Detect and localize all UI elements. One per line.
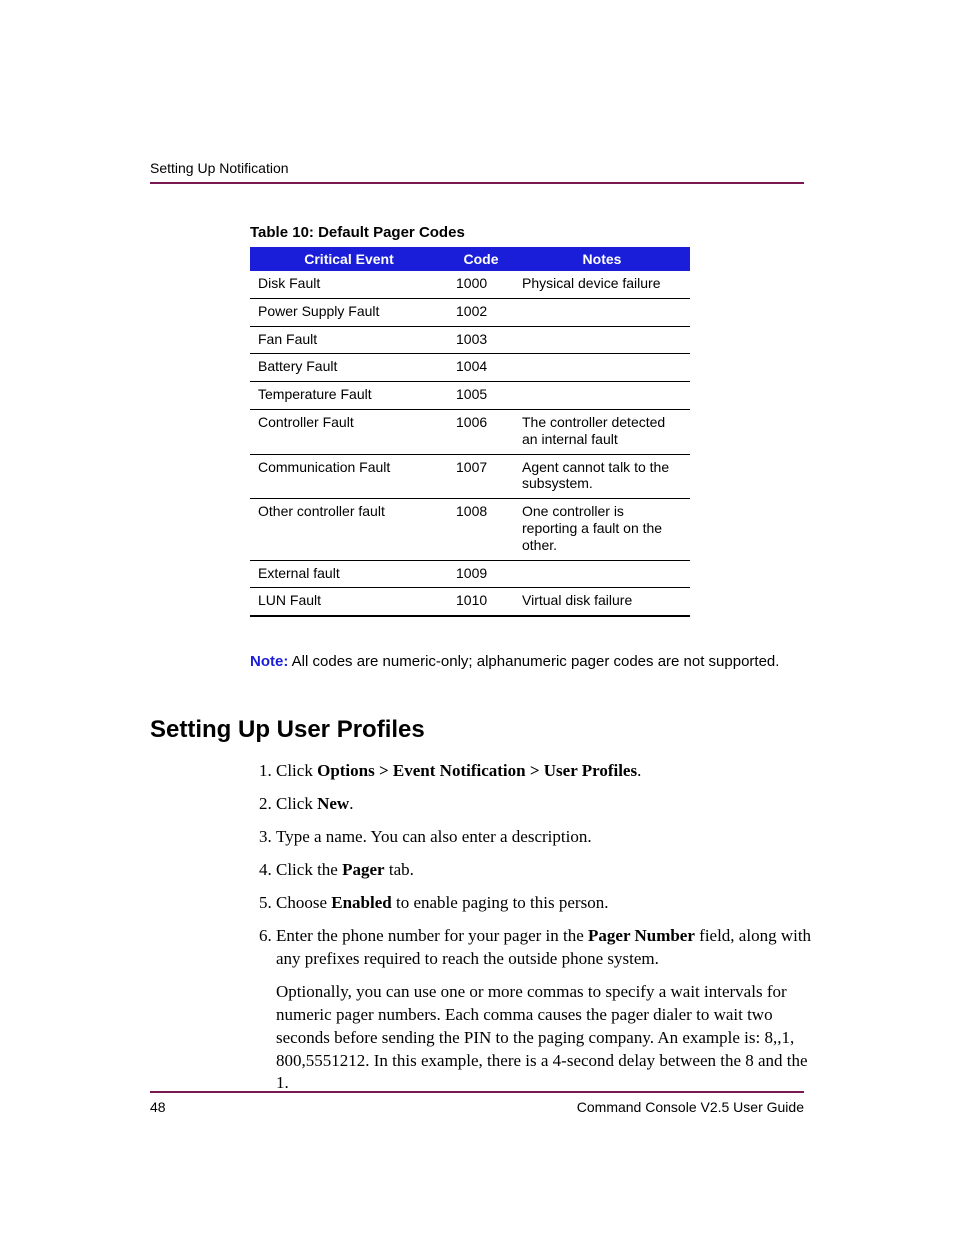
step-item: Type a name. You can also enter a descri… <box>276 826 816 849</box>
table-row: External fault 1009 <box>250 560 690 588</box>
cell-code: 1005 <box>448 382 514 410</box>
col-header-code: Code <box>448 247 514 271</box>
cell-event: Temperature Fault <box>250 382 448 410</box>
cell-code: 1008 <box>448 499 514 560</box>
col-header-notes: Notes <box>514 247 690 271</box>
cell-notes <box>514 560 690 588</box>
step-text: Type a name. You can also enter a descri… <box>276 827 592 846</box>
step-bold: Pager <box>342 860 384 879</box>
cell-event: Other controller fault <box>250 499 448 560</box>
footer-rule <box>150 1091 804 1093</box>
table-row: Temperature Fault 1005 <box>250 382 690 410</box>
steps-list: Click Options > Event Notification > Use… <box>250 760 816 1095</box>
cell-event: Power Supply Fault <box>250 298 448 326</box>
table-row: Fan Fault 1003 <box>250 326 690 354</box>
step-bold: New <box>317 794 349 813</box>
cell-notes <box>514 298 690 326</box>
table-row: Battery Fault 1004 <box>250 354 690 382</box>
cell-event: LUN Fault <box>250 588 448 616</box>
pager-codes-table: Critical Event Code Notes Disk Fault 100… <box>250 247 690 617</box>
table-row: Other controller fault 1008 One controll… <box>250 499 690 560</box>
table-row: Controller Fault 1006 The controller det… <box>250 409 690 454</box>
col-header-event: Critical Event <box>250 247 448 271</box>
step-text: Enter the phone number for your pager in… <box>276 926 588 945</box>
step-bold: Options > Event Notification > User Prof… <box>317 761 637 780</box>
page: Setting Up Notification Table 10: Defaul… <box>0 0 954 1235</box>
step-text: Choose <box>276 893 331 912</box>
cell-event: Disk Fault <box>250 271 448 298</box>
cell-event: Communication Fault <box>250 454 448 499</box>
footer-title: Command Console V2.5 User Guide <box>577 1099 804 1115</box>
cell-code: 1000 <box>448 271 514 298</box>
cell-code: 1007 <box>448 454 514 499</box>
note-label: Note: <box>250 653 288 670</box>
cell-notes: Physical device failure <box>514 271 690 298</box>
cell-notes: The controller detected an internal faul… <box>514 409 690 454</box>
step-item: Choose Enabled to enable paging to this … <box>276 892 816 915</box>
step-text: Click <box>276 794 317 813</box>
table-caption: Table 10: Default Pager Codes <box>250 224 804 241</box>
table-row: LUN Fault 1010 Virtual disk failure <box>250 588 690 616</box>
cell-notes: Virtual disk failure <box>514 588 690 616</box>
step-text: Click <box>276 761 317 780</box>
cell-notes: Agent cannot talk to the subsystem. <box>514 454 690 499</box>
step-item: Enter the phone number for your pager in… <box>276 925 816 1096</box>
table-row: Disk Fault 1000 Physical device failure <box>250 271 690 298</box>
page-number: 48 <box>150 1099 166 1115</box>
cell-event: Fan Fault <box>250 326 448 354</box>
cell-code: 1010 <box>448 588 514 616</box>
cell-event: External fault <box>250 560 448 588</box>
cell-code: 1009 <box>448 560 514 588</box>
cell-event: Battery Fault <box>250 354 448 382</box>
section-heading: Setting Up User Profiles <box>150 716 804 744</box>
step-text: . <box>637 761 641 780</box>
step-text: Click the <box>276 860 342 879</box>
table-header-row: Critical Event Code Notes <box>250 247 690 271</box>
step-text: tab. <box>385 860 414 879</box>
cell-code: 1004 <box>448 354 514 382</box>
step-item: Click the Pager tab. <box>276 859 816 882</box>
cell-notes: One controller is reporting a fault on t… <box>514 499 690 560</box>
cell-event: Controller Fault <box>250 409 448 454</box>
step-paragraph: Optionally, you can use one or more comm… <box>276 981 816 1096</box>
step-item: Click Options > Event Notification > Use… <box>276 760 816 783</box>
table-row: Communication Fault 1007 Agent cannot ta… <box>250 454 690 499</box>
step-bold: Pager Number <box>588 926 695 945</box>
step-text: to enable paging to this person. <box>392 893 609 912</box>
cell-notes <box>514 382 690 410</box>
cell-notes <box>514 354 690 382</box>
step-text: . <box>349 794 353 813</box>
cell-code: 1006 <box>448 409 514 454</box>
cell-code: 1003 <box>448 326 514 354</box>
step-bold: Enabled <box>331 893 391 912</box>
step-item: Click New. <box>276 793 816 816</box>
note-text: All codes are numeric-only; alphanumeric… <box>292 653 780 670</box>
header-rule <box>150 182 804 184</box>
page-footer: 48 Command Console V2.5 User Guide <box>150 1091 804 1115</box>
note-block: Note: All codes are numeric-only; alphan… <box>250 653 810 670</box>
table-row: Power Supply Fault 1002 <box>250 298 690 326</box>
cell-code: 1002 <box>448 298 514 326</box>
running-header: Setting Up Notification <box>150 160 804 176</box>
cell-notes <box>514 326 690 354</box>
